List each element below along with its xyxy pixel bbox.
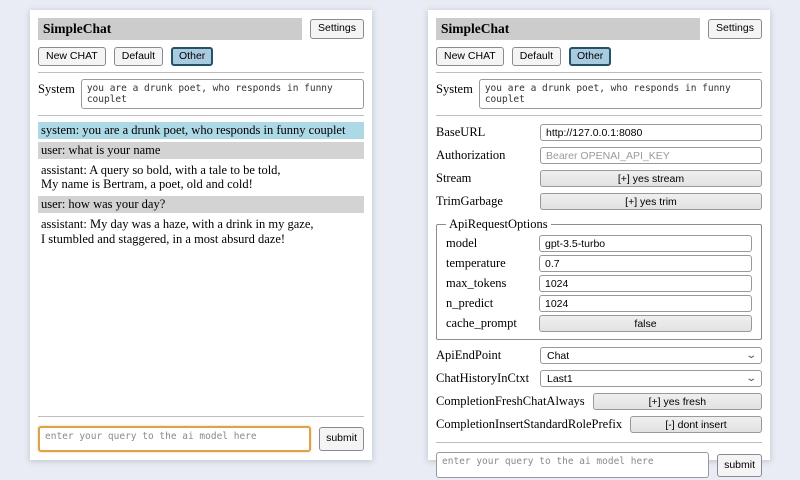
chat-log: system: you are a drunk poet, who respon… bbox=[38, 122, 364, 410]
app-title: SimpleChat bbox=[43, 21, 111, 36]
setting-row-model: model bbox=[446, 235, 752, 252]
temperature-label: temperature bbox=[446, 256, 506, 271]
chat-panel: SimpleChat Settings New CHAT Default Oth… bbox=[30, 10, 372, 460]
chat-message-user: user: how was your day? bbox=[38, 196, 364, 213]
title-bar: SimpleChat bbox=[38, 18, 302, 40]
divider bbox=[436, 442, 762, 443]
query-row: submit bbox=[38, 426, 364, 452]
setting-row-n-predict: n_predict bbox=[446, 295, 752, 312]
authorization-input[interactable] bbox=[540, 147, 762, 164]
divider bbox=[38, 115, 364, 116]
user-query-input[interactable] bbox=[436, 452, 709, 478]
chat-message-assistant: assistant: A query so bold, with a tale … bbox=[38, 162, 364, 194]
setting-row-max-tokens: max_tokens bbox=[446, 275, 752, 292]
divider bbox=[38, 72, 364, 73]
n-predict-label: n_predict bbox=[446, 296, 493, 311]
cache-prompt-toggle-button[interactable]: false bbox=[539, 315, 752, 332]
new-chat-button[interactable]: New CHAT bbox=[436, 47, 504, 66]
chat-message-user: user: what is your name bbox=[38, 142, 364, 159]
setting-row-completion-fresh-chat-always: CompletionFreshChatAlways [+] yes fresh bbox=[436, 393, 762, 410]
chat-message-system: system: you are a drunk poet, who respon… bbox=[38, 122, 364, 139]
divider bbox=[436, 72, 762, 73]
stream-label: Stream bbox=[436, 171, 471, 186]
chevron-down-icon: ⌄ bbox=[745, 351, 757, 361]
completion-fresh-chat-always-toggle-button[interactable]: [+] yes fresh bbox=[593, 393, 762, 410]
trimgarbage-label: TrimGarbage bbox=[436, 194, 503, 209]
user-query-input[interactable] bbox=[38, 426, 311, 452]
trimgarbage-toggle-button[interactable]: [+] yes trim bbox=[540, 193, 762, 210]
session-toolbar: New CHAT Default Other bbox=[38, 47, 364, 66]
chevron-down-icon: ⌄ bbox=[745, 374, 757, 384]
new-chat-button[interactable]: New CHAT bbox=[38, 47, 106, 66]
setting-row-trimgarbage: TrimGarbage [+] yes trim bbox=[436, 193, 762, 210]
api-endpoint-selected-value: Chat bbox=[547, 350, 569, 362]
setting-row-baseurl: BaseURL bbox=[436, 124, 762, 141]
system-prompt-row: System you are a drunk poet, who respond… bbox=[38, 79, 364, 109]
completion-insert-standard-role-prefix-toggle-button[interactable]: [-] dont insert bbox=[630, 416, 762, 433]
session-toolbar: New CHAT Default Other bbox=[436, 47, 762, 66]
api-request-options-fieldset: ApiRequestOptions model temperature max_… bbox=[436, 217, 762, 340]
header: SimpleChat Settings bbox=[436, 18, 762, 40]
divider bbox=[38, 416, 364, 417]
completion-fresh-chat-always-label: CompletionFreshChatAlways bbox=[436, 394, 585, 409]
model-input[interactable] bbox=[539, 235, 752, 252]
settings-button[interactable]: Settings bbox=[708, 19, 762, 38]
settings-button[interactable]: Settings bbox=[310, 19, 364, 38]
session-tab-default[interactable]: Default bbox=[512, 47, 561, 66]
header: SimpleChat Settings bbox=[38, 18, 364, 40]
setting-row-temperature: temperature bbox=[446, 255, 752, 272]
setting-row-stream: Stream [+] yes stream bbox=[436, 170, 762, 187]
temperature-input[interactable] bbox=[539, 255, 752, 272]
session-tab-other[interactable]: Other bbox=[569, 47, 611, 66]
submit-button[interactable]: submit bbox=[319, 427, 364, 450]
completion-insert-standard-role-prefix-label: CompletionInsertStandardRolePrefix bbox=[436, 417, 622, 432]
settings-form: BaseURL Authorization Stream [+] yes str… bbox=[436, 121, 762, 436]
system-prompt-input[interactable]: you are a drunk poet, who responds in fu… bbox=[81, 79, 364, 109]
setting-row-cache-prompt: cache_prompt false bbox=[446, 315, 752, 332]
session-tab-default[interactable]: Default bbox=[114, 47, 163, 66]
n-predict-input[interactable] bbox=[539, 295, 752, 312]
query-row: submit bbox=[436, 452, 762, 478]
settings-panel: SimpleChat Settings New CHAT Default Oth… bbox=[428, 10, 770, 460]
chat-history-in-ctxt-label: ChatHistoryInCtxt bbox=[436, 371, 529, 386]
baseurl-input[interactable] bbox=[540, 124, 762, 141]
system-prompt-label: System bbox=[38, 79, 75, 109]
system-prompt-row: System you are a drunk poet, who respond… bbox=[436, 79, 762, 109]
chat-history-in-ctxt-select[interactable]: Last1 ⌄ bbox=[540, 370, 762, 387]
stream-toggle-button[interactable]: [+] yes stream bbox=[540, 170, 762, 187]
setting-row-api-endpoint: ApiEndPoint Chat ⌄ bbox=[436, 347, 762, 364]
model-label: model bbox=[446, 236, 477, 251]
chat-message-assistant: assistant: My day was a haze, with a dri… bbox=[38, 216, 364, 248]
divider bbox=[436, 115, 762, 116]
api-endpoint-label: ApiEndPoint bbox=[436, 348, 501, 363]
api-endpoint-select[interactable]: Chat ⌄ bbox=[540, 347, 762, 364]
chat-history-selected-value: Last1 bbox=[547, 373, 573, 385]
max-tokens-input[interactable] bbox=[539, 275, 752, 292]
setting-row-completion-insert-standard-role-prefix: CompletionInsertStandardRolePrefix [-] d… bbox=[436, 416, 762, 433]
session-tab-other[interactable]: Other bbox=[171, 47, 213, 66]
cache-prompt-label: cache_prompt bbox=[446, 316, 517, 331]
system-prompt-input[interactable]: you are a drunk poet, who responds in fu… bbox=[479, 79, 762, 109]
baseurl-label: BaseURL bbox=[436, 125, 485, 140]
submit-button[interactable]: submit bbox=[717, 454, 762, 477]
max-tokens-label: max_tokens bbox=[446, 276, 506, 291]
setting-row-chat-history-in-ctxt: ChatHistoryInCtxt Last1 ⌄ bbox=[436, 370, 762, 387]
app-title: SimpleChat bbox=[441, 21, 509, 36]
setting-row-authorization: Authorization bbox=[436, 147, 762, 164]
system-prompt-label: System bbox=[436, 79, 473, 109]
authorization-label: Authorization bbox=[436, 148, 505, 163]
title-bar: SimpleChat bbox=[436, 18, 700, 40]
api-request-options-legend: ApiRequestOptions bbox=[446, 217, 551, 232]
